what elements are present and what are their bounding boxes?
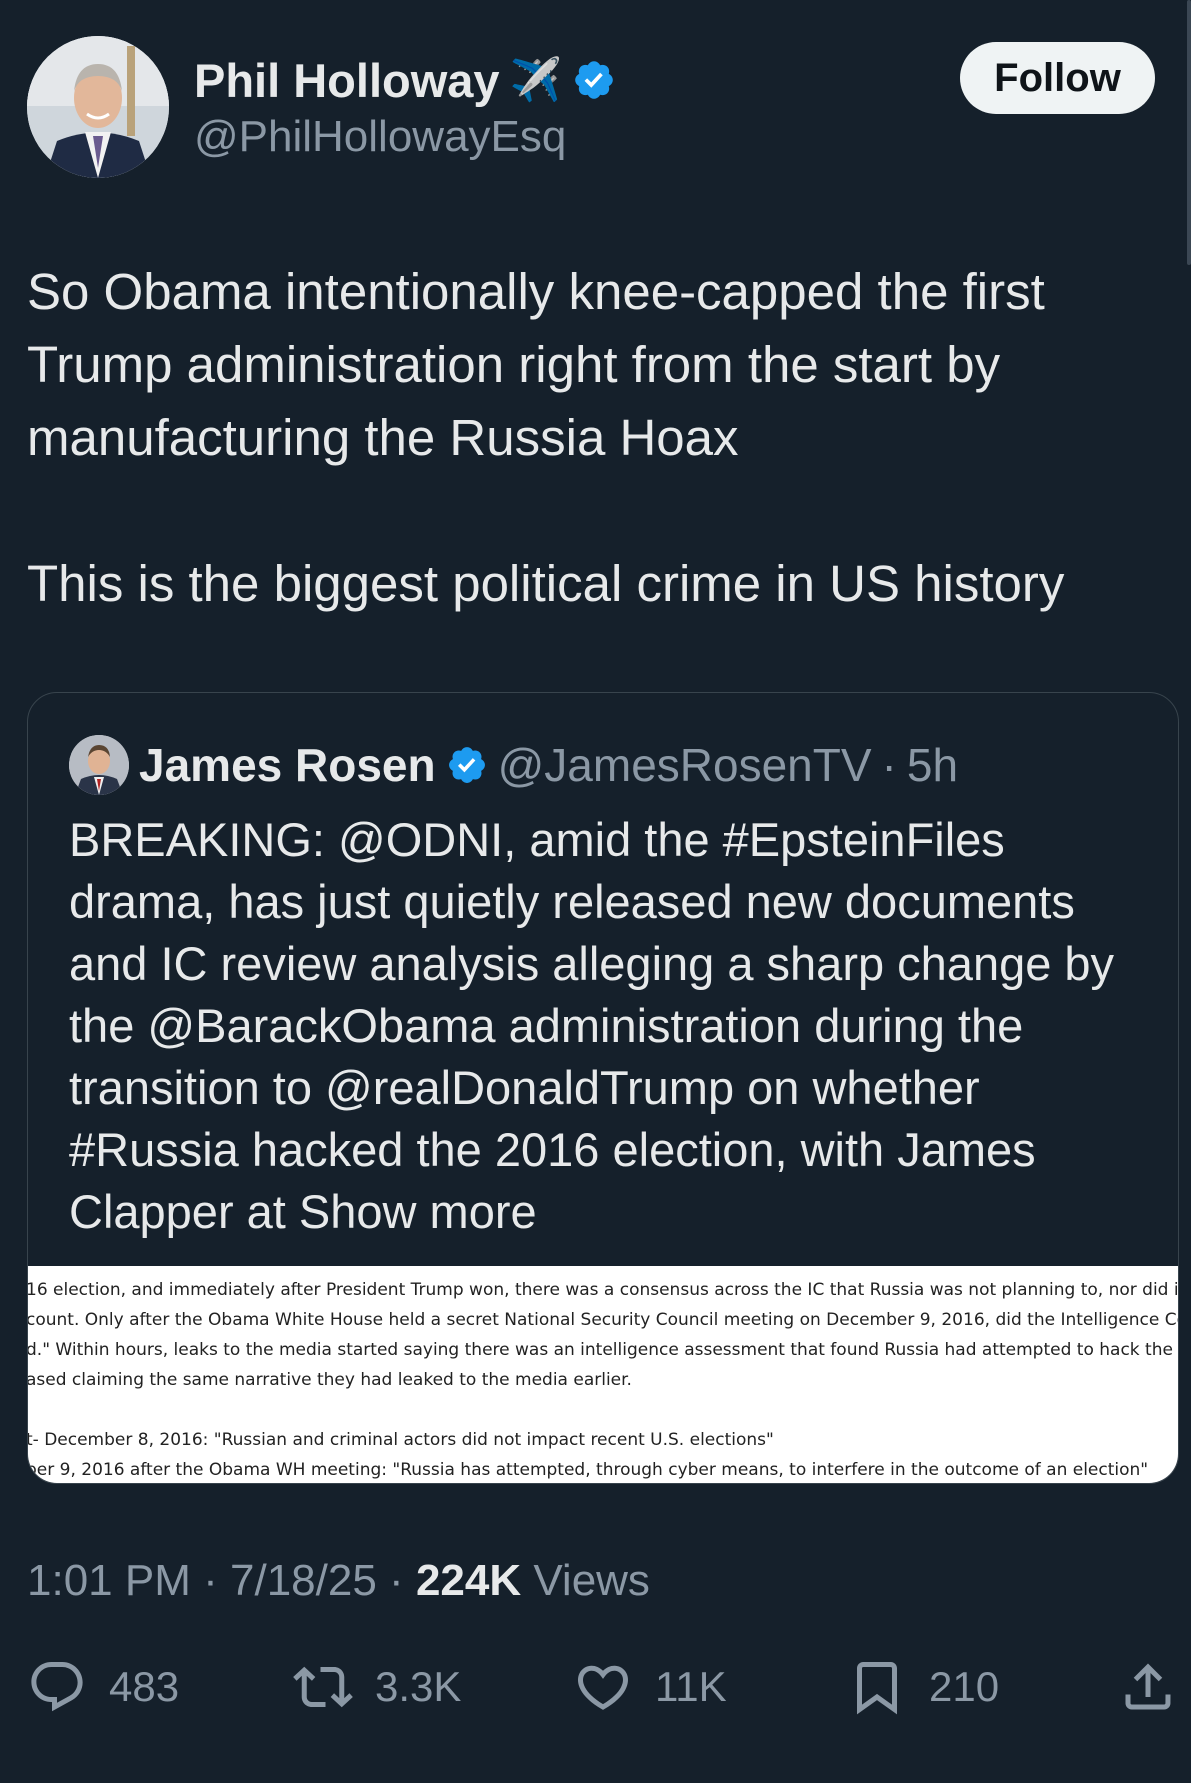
follow-button[interactable]: Follow	[960, 42, 1155, 114]
repost-count: 3.3K	[375, 1663, 462, 1710]
reply-count: 483	[109, 1663, 180, 1710]
document-line: ber 9, 2016 after the Obama WH meeting: …	[28, 1460, 1149, 1480]
views-count: 224K	[415, 1556, 522, 1605]
separator-dot: ·	[203, 1556, 218, 1605]
document-line: t- December 8, 2016: "Russian and crimin…	[28, 1430, 774, 1450]
like-count: 11K	[655, 1663, 727, 1710]
show-more-link[interactable]: Show more	[299, 1185, 537, 1238]
verified-badge-icon[interactable]	[572, 58, 616, 102]
quoted-author-name[interactable]: James Rosen	[139, 738, 436, 792]
quoted-tweet-body: BREAKING: @ODNI, amid the #EpsteinFiles …	[69, 813, 1115, 1238]
document-line: count. Only after the Obama White House …	[28, 1310, 1178, 1330]
bookmark-button[interactable]: 210	[847, 1650, 999, 1724]
quoted-author-handle[interactable]: @JamesRosenTV	[498, 738, 872, 792]
quoted-author-avatar[interactable]	[69, 735, 129, 795]
reply-button[interactable]: 483	[27, 1650, 179, 1724]
airplane-emoji: ✈️	[509, 55, 562, 104]
document-line: ased claiming the same narrative they ha…	[28, 1370, 632, 1390]
scrollbar-thumb[interactable]	[1187, 0, 1191, 265]
author-avatar-image	[27, 36, 169, 178]
verified-badge-icon[interactable]	[446, 744, 488, 786]
author-name-row: Phil Holloway ✈️	[194, 48, 616, 112]
document-line: d." Within hours, leaks to the media sta…	[28, 1340, 1178, 1360]
bookmark-icon	[857, 1662, 897, 1715]
tweet-time[interactable]: 1:01 PM	[27, 1556, 191, 1605]
tweet-actions-bar: 483 3.3K 11K 210	[0, 1650, 1191, 1724]
tweet-date[interactable]: 7/18/25	[230, 1556, 377, 1605]
tweet-text: So Obama intentionally knee-capped the f…	[27, 255, 1167, 620]
document-line: 16 election, and immediately after Presi…	[28, 1280, 1178, 1300]
author-avatar[interactable]	[27, 36, 169, 178]
share-button[interactable]	[1118, 1650, 1178, 1724]
repost-icon	[293, 1666, 353, 1708]
repost-button[interactable]: 3.3K	[293, 1650, 461, 1724]
share-icon	[1125, 1663, 1171, 1710]
like-icon	[577, 1665, 629, 1710]
bookmark-count: 210	[929, 1663, 1000, 1710]
like-button[interactable]: 11K	[573, 1650, 727, 1724]
quoted-tweet-time[interactable]: 5h	[907, 738, 958, 792]
views-label: Views	[533, 1556, 650, 1605]
separator-dot: ·	[881, 739, 897, 791]
quoted-tweet-card[interactable]: James Rosen @JamesRosenTV · 5h BREAKING:…	[27, 692, 1179, 1484]
tweet-paragraph-2: This is the biggest political crime in U…	[27, 555, 1065, 612]
quoted-tweet-document-image[interactable]: 16 election, and immediately after Presi…	[28, 1266, 1178, 1483]
author-handle[interactable]: @PhilHollowayEsq	[194, 112, 566, 162]
tweet-paragraph-1: So Obama intentionally knee-capped the f…	[27, 263, 1045, 466]
quoted-author-avatar-image	[69, 735, 129, 795]
quoted-tweet-header: James Rosen @JamesRosenTV · 5h	[69, 733, 958, 797]
tweet-meta: 1:01 PM · 7/18/25 · 224K Views	[27, 1556, 650, 1606]
quoted-tweet-text: BREAKING: @ODNI, amid the #EpsteinFiles …	[69, 809, 1159, 1243]
author-name[interactable]: Phil Holloway	[194, 53, 500, 108]
separator-dot: ·	[389, 1556, 404, 1605]
reply-icon	[31, 1662, 83, 1712]
